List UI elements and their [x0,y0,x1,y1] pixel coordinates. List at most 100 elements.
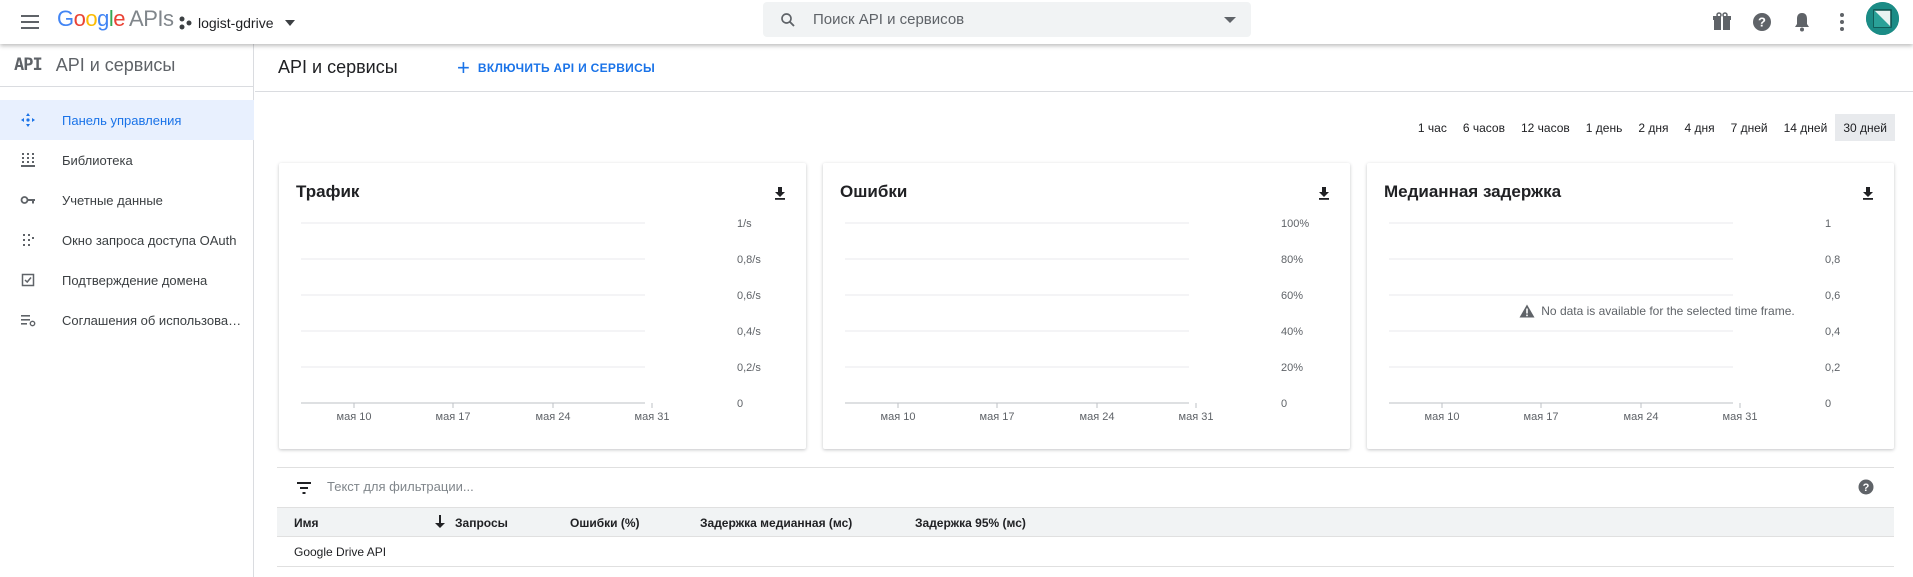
sidebar-item-label: Окно запроса доступа OAuth [62,232,237,248]
y-tick-label: 0,6/s [737,290,761,302]
traffic-card: Трафик 0 0,2/s 0,4/s 0,6/s 0,8/s 1/s мая 10 мая… [279,163,806,449]
y-tick-label: 0,8/s [737,254,761,266]
sidebar-header: API API и сервисы [0,44,254,87]
dashboard-icon [21,113,35,127]
x-tick-label: мая 17 [436,411,471,423]
warning-icon [1519,304,1535,318]
key-icon [20,196,35,204]
col-header-latency-median[interactable]: Задержка медианная (мс) [700,516,852,530]
api-logo-icon: API [14,55,43,75]
notifications-bell-icon[interactable] [1790,10,1814,34]
gift-icon[interactable] [1710,10,1734,34]
project-dots-icon [179,16,192,30]
y-tick-label: 0,6 [1825,290,1840,302]
help-icon[interactable]: ? [1750,10,1774,34]
table-header: Имя Запросы Ошибки (%) Задержка медианна… [277,507,1894,537]
filter-input[interactable] [327,479,727,494]
x-tick-label: мая 17 [980,411,1015,423]
avatar-image [1866,2,1899,35]
range-14d[interactable]: 14 дней [1776,114,1836,141]
y-tick-label: 0,4 [1825,326,1840,338]
library-icon [21,153,35,167]
range-12h[interactable]: 12 часов [1513,114,1578,141]
y-tick-label: 0,4/s [737,326,761,338]
sidebar-item-library[interactable]: Библиотека [0,140,254,180]
hamburger-menu-icon[interactable] [18,10,42,34]
y-tick-label: 20% [1281,362,1303,374]
oauth-consent-icon [23,234,34,246]
time-range-selector: 1 час 6 часов 12 часов 1 день 2 дня 4 дн… [1410,114,1895,141]
range-1h[interactable]: 1 час [1410,114,1455,141]
col-header-errors[interactable]: Ошибки (%) [570,516,640,530]
sidebar-item-label: Соглашения об использовании [62,312,242,328]
x-tick-label: мая 10 [1425,411,1460,423]
checkbox-icon [21,273,35,287]
y-tick-label: 60% [1281,290,1303,302]
google-apis-logo[interactable]: Google APIs [57,6,174,32]
sidebar-item-credentials[interactable]: Учетные данные [0,180,254,220]
account-avatar[interactable] [1866,2,1899,35]
more-vert-icon[interactable] [1830,10,1854,34]
sidebar-item-agreements[interactable]: Соглашения об использовании [0,300,254,340]
range-1d[interactable]: 1 день [1578,114,1631,141]
col-header-name[interactable]: Имя [294,516,319,530]
search-box[interactable] [763,2,1251,37]
y-tick-label: 100% [1281,218,1309,230]
range-30d[interactable]: 30 дней [1835,114,1895,141]
chevron-down-icon [285,20,296,26]
traffic-chart: 0 0,2/s 0,4/s 0,6/s 0,8/s 1/s мая 10 мая 17 мая … [301,218,761,423]
x-tick-label: мая 31 [1723,411,1758,423]
table-filter-bar: ? [277,467,1894,507]
api-name-link[interactable]: Google Drive API [294,545,386,559]
x-tick-label: мая 10 [881,411,916,423]
top-app-bar: GoogleAPIs logist-gdrive ? [0,0,1913,44]
enable-apis-label: ВКЛЮЧИТЬ API И СЕРВИСЫ [477,61,656,75]
x-tick-label: мая 31 [1179,411,1214,423]
project-name: logist-gdrive [198,15,274,31]
y-tick-label: 0 [1281,398,1287,410]
search-input[interactable] [813,11,1213,28]
enable-apis-button[interactable]: + ВКЛЮЧИТЬ API И СЕРВИСЫ [457,56,655,80]
y-tick-label: 40% [1281,326,1303,338]
no-data-text: No data is available for the selected ti… [1541,304,1795,318]
errors-card: Ошибки 0 20% 40% 60% 80% 100% мая 10 мая 17 мая … [823,163,1350,449]
x-tick-label: мая 24 [1624,411,1659,423]
sidebar-item-oauth-consent[interactable]: Окно запроса доступа OAuth [0,220,254,260]
svg-text:?: ? [1863,482,1870,494]
sidebar-item-domain-verification[interactable]: Подтверждение домена [0,260,254,300]
y-tick-label: 0,2 [1825,362,1840,374]
x-tick-label: мая 24 [1080,411,1115,423]
sidebar-item-dashboard[interactable]: Панель управления [0,100,254,140]
logo-apis-text: APIs [129,6,174,31]
help-icon[interactable]: ? [1858,479,1874,495]
agreements-icon [21,315,36,327]
project-selector[interactable]: logist-gdrive [178,11,296,35]
y-tick-label: 0,2/s [737,362,761,374]
errors-chart: 0 20% 40% 60% 80% 100% мая 10 мая 17 мая 24 мая 3… [845,218,1309,423]
x-tick-label: мая 17 [1524,411,1559,423]
range-4d[interactable]: 4 дня [1676,114,1722,141]
sort-arrow-down-icon[interactable] [434,515,446,529]
sidebar-item-label: Учетные данные [62,192,163,208]
col-header-latency-95[interactable]: Задержка 95% (мс) [915,516,1026,530]
range-2d[interactable]: 2 дня [1630,114,1676,141]
page-header: API и сервисы + ВКЛЮЧИТЬ API И СЕРВИСЫ [255,44,1913,92]
page-title: API и сервисы [278,57,398,77]
y-tick-label: 0 [737,398,743,410]
search-dropdown-icon[interactable] [1224,17,1236,23]
table-row[interactable]: Google Drive API [277,537,1894,567]
sidebar-item-label: Панель управления [62,112,182,128]
y-tick-label: 0,8 [1825,254,1840,266]
sidebar: API API и сервисы Панель управления Библ… [0,44,254,577]
no-data-message: No data is available for the selected ti… [1457,304,1857,318]
y-tick-label: 1 [1825,218,1831,230]
sidebar-item-label: Подтверждение домена [62,272,208,288]
filter-icon[interactable] [297,482,311,494]
y-tick-label: 1/s [737,218,752,230]
x-tick-label: мая 31 [635,411,670,423]
range-6h[interactable]: 6 часов [1455,114,1513,141]
range-7d[interactable]: 7 дней [1723,114,1776,141]
col-header-requests[interactable]: Запросы [455,516,508,530]
svg-text:?: ? [1758,15,1766,30]
y-tick-label: 0 [1825,398,1831,410]
